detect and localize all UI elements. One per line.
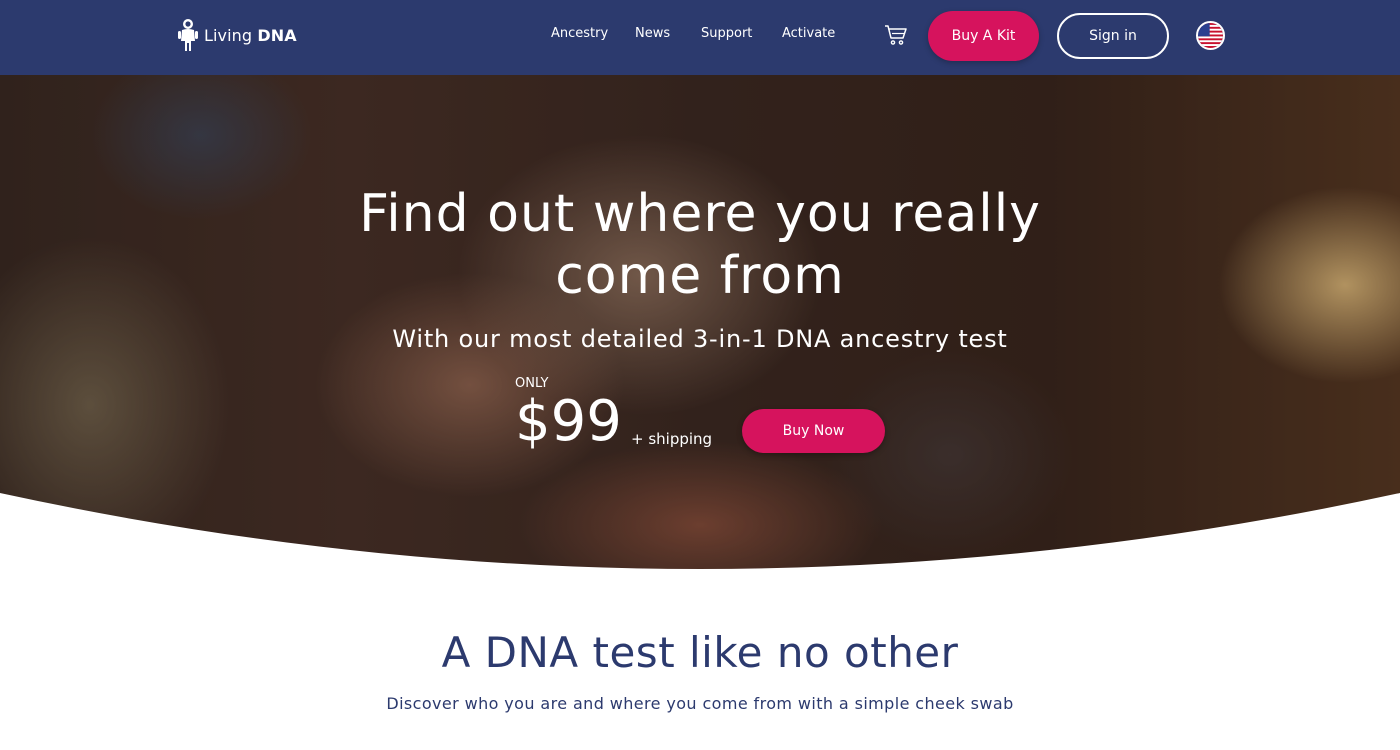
nav-link-ancestry[interactable]: Ancestry [551,26,608,41]
astronaut-logo-icon [178,19,198,51]
sign-in-button[interactable]: Sign in [1057,13,1169,59]
hero-banner: Find out where you really come from With… [0,75,1400,575]
section-subtitle: Discover who you are and where you come … [386,694,1014,713]
nav-link-support[interactable]: Support [701,26,752,41]
buy-a-kit-button[interactable]: Buy A Kit [928,11,1039,61]
top-navbar: Living DNA Ancestry News Support Activat… [0,0,1400,75]
section-title: A DNA test like no other [441,628,959,677]
nav-link-news[interactable]: News [635,26,670,41]
hero-title: Find out where you really come from [359,184,1041,306]
buy-now-button[interactable]: Buy Now [742,409,885,453]
hero-subtitle: With our most detailed 3-in-1 DNA ancest… [392,325,1008,353]
price: $99 [515,389,622,454]
us-flag-icon[interactable] [1196,21,1225,50]
logo-wordmark: Living DNA [204,25,297,45]
shipping-note: + shipping [631,430,713,448]
cart-icon[interactable] [884,24,908,46]
logo[interactable]: Living DNA [176,16,297,54]
nav-link-activate[interactable]: Activate [782,26,835,41]
